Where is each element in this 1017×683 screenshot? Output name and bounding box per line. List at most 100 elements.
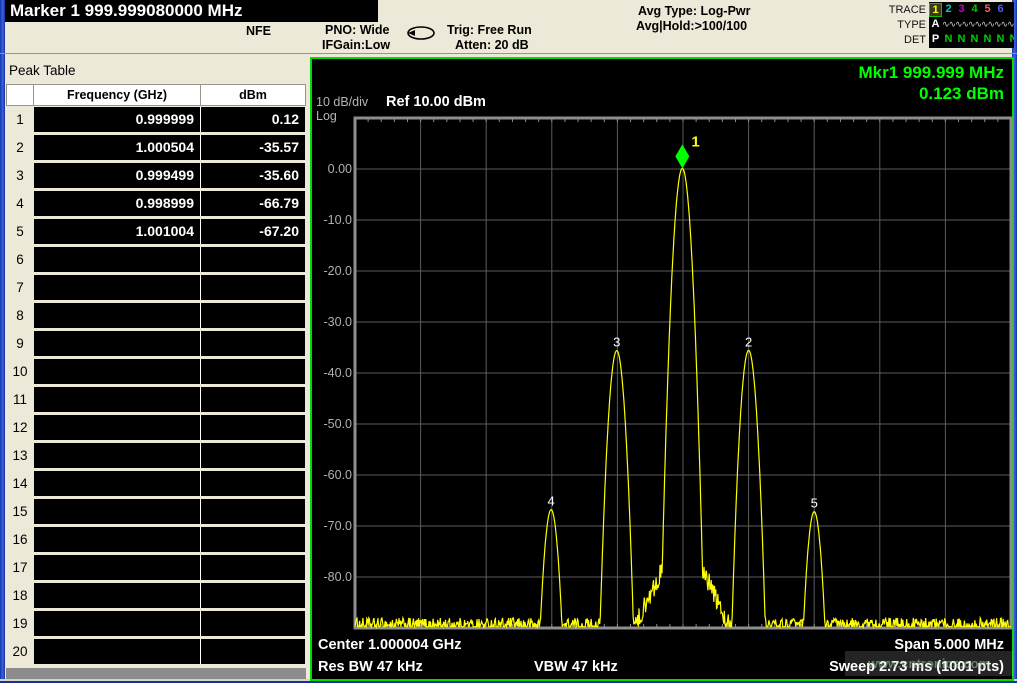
dbm-cell	[201, 443, 305, 468]
legend-row-label: TRACE	[860, 3, 926, 18]
row-number: 7	[6, 275, 34, 303]
table-row[interactable]: 10.9999990.12	[6, 107, 306, 135]
trace-2-button[interactable]: 2	[942, 3, 955, 16]
dbm-cell: 0.12	[201, 107, 305, 132]
legend-row-label: DET	[860, 33, 926, 48]
frequency-cell	[34, 443, 201, 468]
y-axis-label: -80.0	[324, 570, 353, 584]
table-row[interactable]: 20	[6, 639, 306, 667]
pno-status: PNO: Wide	[325, 23, 389, 37]
table-row[interactable]: 21.000504-35.57	[6, 135, 306, 163]
table-row[interactable]: 9	[6, 331, 306, 359]
dbm-cell: -67.20	[201, 219, 305, 244]
spectrum-graticule: 0.00-10.0-20.0-30.0-40.0-50.0-60.0-70.0-…	[312, 59, 1016, 683]
frequency-cell	[34, 275, 201, 300]
trace-detector-letter: N	[994, 33, 1007, 46]
frequency-cell	[34, 583, 201, 608]
frequency-cell	[34, 303, 201, 328]
table-row[interactable]: 30.999499-35.60	[6, 163, 306, 191]
continuous-sweep-icon	[403, 25, 439, 43]
peak-number-label: 2	[745, 334, 752, 349]
row-number: 2	[6, 135, 34, 163]
trace-4-button[interactable]: 4	[968, 3, 981, 16]
spectrum-display: 0.00-10.0-20.0-30.0-40.0-50.0-60.0-70.0-…	[310, 57, 1014, 681]
row-number: 18	[6, 583, 34, 611]
marker-1-diamond[interactable]	[675, 144, 689, 168]
log-scale-label: Log	[316, 109, 368, 123]
trace-6-button[interactable]: 6	[994, 3, 1007, 16]
dbm-cell	[201, 359, 305, 384]
frequency-cell: 1.000504	[34, 135, 201, 160]
peak-table-header: Frequency (GHz) dBm	[6, 84, 306, 106]
table-row[interactable]: 40.998999-66.79	[6, 191, 306, 219]
col-header-number	[6, 84, 34, 106]
dbm-cell	[201, 555, 305, 580]
marker-title: Marker 1 999.999080000 MHz	[10, 1, 243, 20]
trace-detector-letter: N	[981, 33, 994, 46]
dbm-cell	[201, 499, 305, 524]
row-number: 19	[6, 611, 34, 639]
table-row[interactable]: 11	[6, 387, 306, 415]
scale-label: 10 dB/div Log	[316, 95, 368, 123]
row-number: 14	[6, 471, 34, 499]
row-number: 11	[6, 387, 34, 415]
row-number: 10	[6, 359, 34, 387]
table-row[interactable]: 14	[6, 471, 306, 499]
trace-legend-labels: TRACETYPEDET	[860, 3, 926, 48]
dbm-cell	[201, 583, 305, 608]
trace-3-button[interactable]: 3	[955, 3, 968, 16]
table-scrollbar[interactable]	[6, 668, 306, 679]
table-row[interactable]: 18	[6, 583, 306, 611]
avg-type-status: Avg Type: Log-Pwr	[638, 4, 751, 18]
trigger-status: Trig: Free Run	[447, 23, 532, 37]
trace-detector-letter: N	[968, 33, 981, 46]
table-row[interactable]: 13	[6, 443, 306, 471]
table-row[interactable]: 8	[6, 303, 306, 331]
frequency-cell	[34, 331, 201, 356]
row-number: 1	[6, 107, 34, 135]
dbm-cell: -35.57	[201, 135, 305, 160]
col-header-frequency: Frequency (GHz)	[34, 84, 201, 106]
peak-table-title: Peak Table	[9, 63, 76, 78]
trace-type-prefix: A	[929, 18, 942, 31]
y-axis-label: -40.0	[324, 366, 353, 380]
table-row[interactable]: 6	[6, 247, 306, 275]
marker-1-number: 1	[691, 133, 699, 150]
vbw-annotation: VBW 47 kHz	[534, 659, 618, 675]
y-axis-label: 0.00	[328, 162, 352, 176]
marker-amplitude-readout: 0.123 dBm	[858, 83, 1004, 104]
table-row[interactable]: 17	[6, 555, 306, 583]
row-number: 9	[6, 331, 34, 359]
row-number: 12	[6, 415, 34, 443]
dbm-cell: -35.60	[201, 163, 305, 188]
trace-legend: 123456A∿∿∿∿∿∿∿∿∿∿∿∿PNNNNNN	[929, 2, 1014, 48]
table-row[interactable]: 7	[6, 275, 306, 303]
trace-5-button[interactable]: 5	[981, 3, 994, 16]
y-axis-label: -20.0	[324, 264, 353, 278]
peak-number-label: 5	[811, 496, 818, 511]
frequency-cell	[34, 527, 201, 552]
peak-number-label: 3	[613, 335, 620, 350]
table-row[interactable]: 51.001004-67.20	[6, 219, 306, 247]
center-freq-annotation: Center 1.000004 GHz	[318, 637, 461, 653]
trace-1-button[interactable]: 1	[929, 3, 942, 17]
frequency-cell: 1.001004	[34, 219, 201, 244]
row-number: 6	[6, 247, 34, 275]
dbm-cell	[201, 611, 305, 636]
status-divider	[0, 53, 1017, 54]
row-number: 13	[6, 443, 34, 471]
table-row[interactable]: 10	[6, 359, 306, 387]
table-row[interactable]: 12	[6, 415, 306, 443]
row-number: 17	[6, 555, 34, 583]
table-row[interactable]: 15	[6, 499, 306, 527]
marker-readout: Mkr1 999.999 MHz 0.123 dBm	[858, 62, 1004, 104]
frequency-cell	[34, 359, 201, 384]
frequency-cell	[34, 499, 201, 524]
peak-table-body: 10.9999990.1221.000504-35.5730.999499-35…	[6, 107, 306, 667]
table-row[interactable]: 19	[6, 611, 306, 639]
y-axis-label: -30.0	[324, 315, 353, 329]
row-number: 8	[6, 303, 34, 331]
peak-number-label: 4	[548, 494, 555, 509]
table-row[interactable]: 16	[6, 527, 306, 555]
frequency-cell	[34, 415, 201, 440]
